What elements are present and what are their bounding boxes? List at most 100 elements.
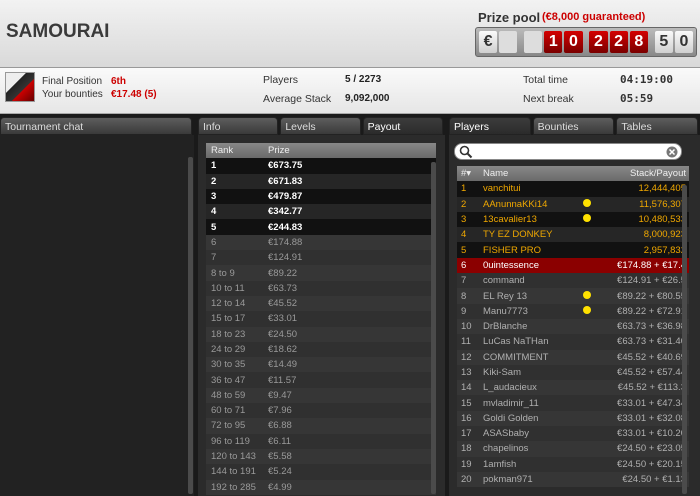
currency-digit: € (479, 31, 498, 53)
player-rank: 17 (461, 428, 472, 440)
player-row[interactable]: 19 1amfish €24.50 + €20.15 (457, 456, 689, 472)
player-row[interactable]: 1 vanchitui 12,444,405 (457, 181, 689, 197)
payout-prize: €24.50 (268, 328, 298, 340)
payout-row: 48 to 59 €9.47 (206, 387, 436, 404)
next-break-value: 05:59 (620, 92, 654, 105)
player-stack: €33.01 + €32.08 (617, 412, 686, 424)
player-row[interactable]: 6 0uintessence €174.88 + €17.4 (457, 257, 689, 274)
tab-tournament-chat[interactable]: Tournament chat (0, 117, 192, 135)
payout-row: 30 to 35 €14.49 (206, 357, 436, 373)
prize-header[interactable]: Prize (268, 143, 436, 158)
player-row[interactable]: 17 ASASbaby €33.01 + €10.20 (457, 426, 689, 442)
payout-row: 7 €124.91 (206, 250, 436, 266)
search-input[interactable] (454, 143, 682, 160)
payout-prize: €124.91 (268, 252, 303, 264)
final-position-label: Final Position (42, 76, 103, 87)
player-row[interactable]: 2 AAnunnaKKi14 11,576,307 (457, 196, 689, 212)
tab-info[interactable]: Info (198, 117, 279, 135)
payout-rank: 36 to 47 (211, 374, 246, 386)
player-row[interactable]: 10 DrBlanche €63.73 + €36.98 (457, 318, 689, 335)
player-name: LuCas NaTHan (483, 336, 549, 348)
payout-row: 3 €479.87 (206, 188, 436, 205)
player-name: 0uintessence (483, 259, 539, 271)
digit: 8 (629, 31, 648, 53)
player-name: vanchitui (483, 183, 521, 195)
player-row[interactable]: 3 13cavalier13 10,480,533 (457, 211, 689, 228)
payout-scrollbar[interactable] (431, 162, 436, 494)
payout-row: 4 €342.77 (206, 204, 436, 220)
clear-icon[interactable] (666, 146, 678, 158)
payout-list: Rank Prize 1 €673.75 2 €671.83 3 €479.87 4 €342… (206, 143, 436, 495)
payout-prize: €479.87 (268, 191, 303, 203)
payout-panel: Info Levels Payout Rank Prize 1 €673.75 2 €… (198, 117, 445, 496)
player-rank: 2 (461, 198, 467, 210)
payout-row: 72 to 95 €6.88 (206, 418, 436, 434)
player-rank: 4 (461, 229, 467, 241)
prize-pool-counter: € 1 0 2 2 8 5 0 (475, 27, 697, 57)
player-stack: €89.22 + €80.55 (617, 290, 686, 302)
player-row[interactable]: 9 Manu7773 €89.22 + €72.91 (457, 303, 689, 319)
player-row[interactable]: 4 TY EZ DONKEY 8,000,923 (457, 227, 689, 243)
tab-payout[interactable]: Payout (362, 117, 443, 135)
chat-scrollbar[interactable] (188, 157, 193, 494)
player-name: FISHER PRO (483, 244, 542, 256)
payout-prize: €5.24 (268, 466, 292, 478)
rank-sort-header[interactable]: #▾ (457, 166, 483, 181)
bounty-indicator-icon (583, 290, 591, 299)
player-stack: 2,957,832 (643, 244, 686, 256)
player-row[interactable]: 8 EL Rey 13 €89.22 + €80.55 (457, 288, 689, 304)
player-row[interactable]: 7 command €124.91 + €26.5 (457, 273, 689, 289)
player-name: EL Rey 13 (483, 290, 528, 302)
payout-rank: 4 (211, 206, 217, 218)
tab-bounties[interactable]: Bounties (532, 117, 615, 135)
payout-row: 2 €671.83 (206, 173, 436, 189)
player-row[interactable]: 13 Kiki-Sam €45.52 + €57.44 (457, 364, 689, 381)
name-header[interactable]: Name (483, 166, 583, 181)
avg-stack-label: Average Stack (263, 93, 332, 105)
player-row[interactable]: 5 FISHER PRO 2,957,832 (457, 242, 689, 258)
player-rank: 10 (461, 321, 472, 333)
player-rank: 12 (461, 351, 472, 363)
payout-row: 144 to 191 €5.24 (206, 464, 436, 480)
payout-prize: €6.11 (268, 435, 292, 447)
payout-prize: €5.58 (268, 451, 292, 463)
player-row[interactable]: 14 L_audacieux €45.52 + €113.3 (457, 380, 689, 396)
payout-prize: €174.88 (268, 236, 303, 248)
total-time-label: Total time (523, 74, 568, 86)
final-position: 6th (111, 76, 126, 87)
digit: 1 (544, 31, 563, 53)
tab-tables[interactable]: Tables (616, 117, 699, 135)
player-row[interactable]: 11 LuCas NaTHan €63.73 + €31.40 (457, 334, 689, 350)
stack-header[interactable]: Stack/Payout (599, 166, 689, 181)
players-list: #▾ Name Stack/Payout 1 vanchitui 12,444,40… (457, 166, 689, 488)
payout-rank: 18 to 23 (211, 328, 246, 340)
player-row[interactable]: 20 pokman971 €24.50 + €1.13 (457, 471, 689, 488)
payout-prize: €33.01 (268, 313, 298, 325)
payout-rank: 15 to 17 (211, 313, 246, 325)
payout-row: 120 to 143 €5.58 (206, 448, 436, 465)
info-bar: Final Position 6th Your bounties €17.48 … (0, 68, 700, 114)
player-stack: 11,576,307 (639, 198, 686, 210)
player-name: command (483, 275, 525, 287)
player-rank: 11 (461, 336, 471, 348)
player-row[interactable]: 15 mvladimir_11 €33.01 + €47.34 (457, 395, 689, 411)
digit: 0 (564, 31, 583, 53)
payout-rank: 24 to 29 (211, 344, 246, 355)
player-rank: 13 (461, 367, 472, 378)
player-row[interactable]: 16 Goldi Golden €33.01 + €32.08 (457, 410, 689, 427)
payout-row: 96 to 119 €6.11 (206, 433, 436, 449)
player-stack: €24.50 + €23.05 (617, 443, 686, 455)
players-scrollbar[interactable] (682, 185, 687, 494)
payout-prize: €11.57 (268, 374, 297, 386)
payout-row: 24 to 29 €18.62 (206, 341, 436, 358)
player-row[interactable]: 12 COMMITMENT €45.52 + €40.69 (457, 349, 689, 365)
player-row[interactable]: 18 chapelinos €24.50 + €23.05 (457, 441, 689, 457)
rank-header[interactable]: Rank (206, 143, 268, 158)
tab-players[interactable]: Players (449, 117, 531, 135)
tab-levels[interactable]: Levels (280, 117, 361, 135)
player-rank: 3 (461, 214, 467, 226)
payout-row: 18 to 23 €24.50 (206, 326, 436, 342)
player-name: mvladimir_11 (483, 397, 539, 409)
payout-rank: 120 to 143 (211, 451, 256, 463)
player-name: chapelinos (483, 443, 529, 455)
